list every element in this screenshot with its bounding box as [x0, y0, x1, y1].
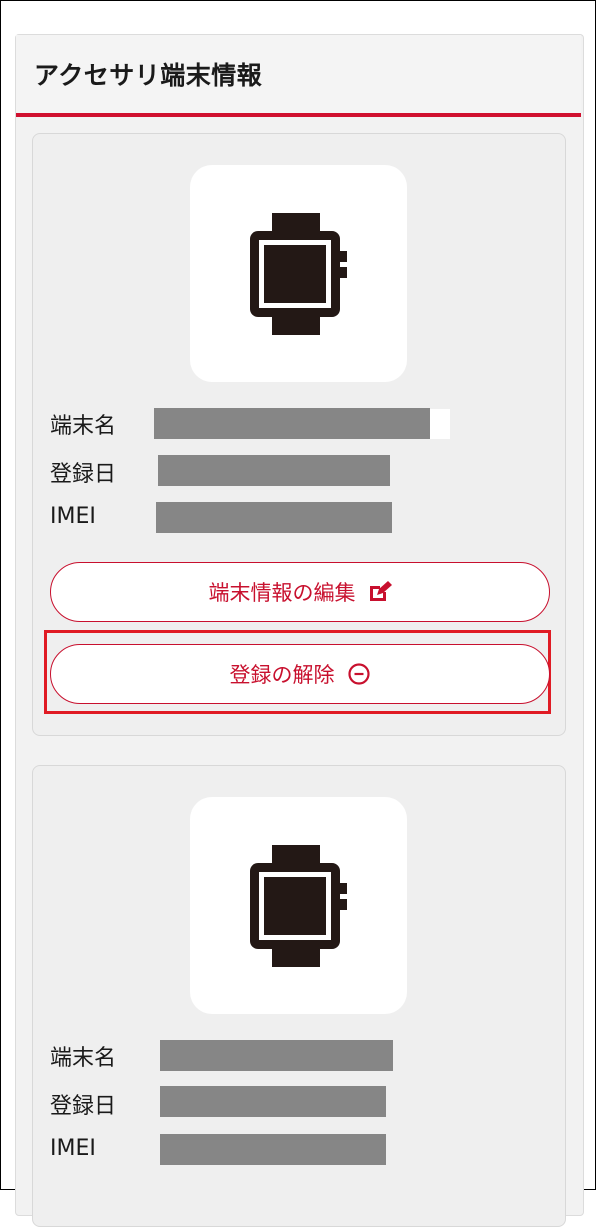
- edit-icon: [369, 581, 392, 601]
- smartwatch-icon: [249, 212, 347, 335]
- device-name-label: 端末名: [50, 414, 117, 439]
- imei-redacted: [156, 502, 392, 533]
- unregister-button[interactable]: 登録の解除: [50, 644, 550, 704]
- registration-date-redacted: [160, 1086, 386, 1117]
- edit-button-label: 端末情報の編集: [208, 581, 356, 605]
- device-name-redacted: [154, 408, 430, 439]
- imei-redacted: [160, 1134, 386, 1165]
- imei-label: IMEI: [50, 504, 96, 529]
- minus-circle-icon: [347, 663, 370, 685]
- redaction-artifact: [430, 409, 450, 439]
- imei-label: IMEI: [50, 1136, 96, 1161]
- registration-date-label: 登録日: [50, 1094, 117, 1119]
- device-name-redacted: [160, 1040, 393, 1071]
- edit-device-info-button[interactable]: 端末情報の編集: [50, 562, 550, 622]
- unregister-button-label: 登録の解除: [229, 663, 335, 687]
- registration-date-label: 登録日: [50, 462, 117, 487]
- device-image: [190, 797, 407, 1014]
- device-image: [190, 165, 407, 382]
- registration-date-redacted: [158, 455, 390, 486]
- smartwatch-icon: [249, 844, 347, 967]
- header-divider: [16, 113, 581, 117]
- device-name-label: 端末名: [50, 1046, 117, 1071]
- page-title: アクセサリ端末情報: [34, 61, 263, 90]
